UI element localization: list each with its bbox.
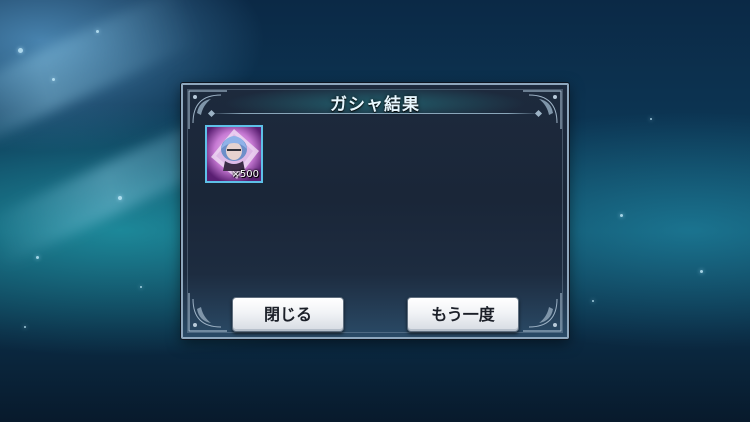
sparkle-particle xyxy=(620,214,623,217)
ornament-corner-icon xyxy=(188,293,227,332)
game-screen: ガシャ結果 ×500 閉じる もう一度 xyxy=(0,0,750,422)
dialog-title: ガシャ結果 xyxy=(330,95,420,115)
close-button[interactable]: 閉じる xyxy=(232,297,344,332)
item-quantity: ×500 xyxy=(231,169,259,180)
sparkle-particle xyxy=(592,300,594,302)
sparkle-particle xyxy=(650,118,652,120)
light-streak xyxy=(0,0,201,153)
result-item-tile[interactable]: ×500 xyxy=(205,125,263,183)
sparkle-particle xyxy=(140,286,142,288)
ornament-corner-icon xyxy=(523,293,562,332)
draw-again-button[interactable]: もう一度 xyxy=(407,297,519,332)
title-divider xyxy=(209,113,541,114)
sparkle-particle xyxy=(36,256,39,259)
sparkle-particle xyxy=(118,196,122,200)
sparkle-particle xyxy=(52,78,55,81)
sparkle-particle xyxy=(24,326,26,328)
sparkle-particle xyxy=(700,270,703,273)
sparkle-particle xyxy=(18,48,23,53)
gacha-result-dialog: ガシャ結果 ×500 閉じる もう一度 xyxy=(181,83,569,339)
sparkle-particle xyxy=(96,30,99,33)
